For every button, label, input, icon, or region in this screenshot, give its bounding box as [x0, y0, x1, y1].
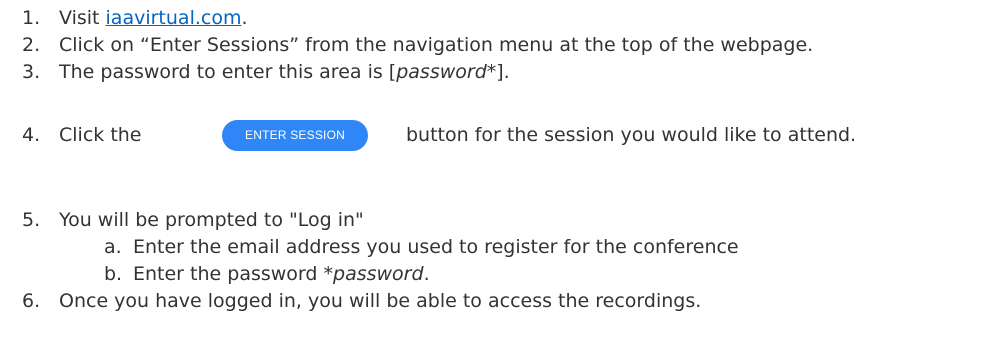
enter-session-button[interactable]: ENTER SESSION [222, 120, 368, 151]
step-5b-text: Enter the password *password. [133, 262, 430, 286]
password-placeholder: password* [396, 61, 497, 83]
step-5a-letter: a. [104, 236, 122, 258]
step-1-suffix: . [241, 7, 248, 29]
step-5b-prefix: Enter the password [133, 263, 324, 285]
step-5-number: 5. [22, 209, 41, 231]
step-4-prefix: Click the [59, 124, 142, 146]
step-6-number: 6. [22, 290, 41, 312]
step-6-text: Once you have logged in, you will be abl… [59, 290, 702, 312]
step-5b-letter: b. [104, 263, 123, 285]
step-2-text: Click on “Enter Sessions” from the navig… [59, 34, 814, 56]
iaavirtual-link[interactable]: iaavirtual.com [106, 7, 242, 29]
step-4-number: 4. [22, 124, 41, 146]
step-3-prefix: The password to enter this area is [ [59, 61, 397, 83]
step-1-prefix: Visit [59, 7, 106, 29]
step-5a-text: Enter the email address you used to regi… [133, 236, 739, 258]
step-5-text: You will be prompted to "Log in" [59, 209, 364, 231]
password-emphasis: *password [323, 263, 424, 285]
step-1-text: Visit iaavirtual.com. [59, 6, 248, 30]
step-5b-suffix: . [423, 263, 430, 285]
step-1-number: 1. [22, 7, 41, 29]
step-3-text: The password to enter this area is [pass… [59, 60, 510, 84]
step-3-number: 3. [22, 61, 41, 83]
step-3-suffix: ]. [496, 61, 510, 83]
step-2-number: 2. [22, 34, 41, 56]
step-4-suffix: button for the session you would like to… [406, 124, 857, 146]
